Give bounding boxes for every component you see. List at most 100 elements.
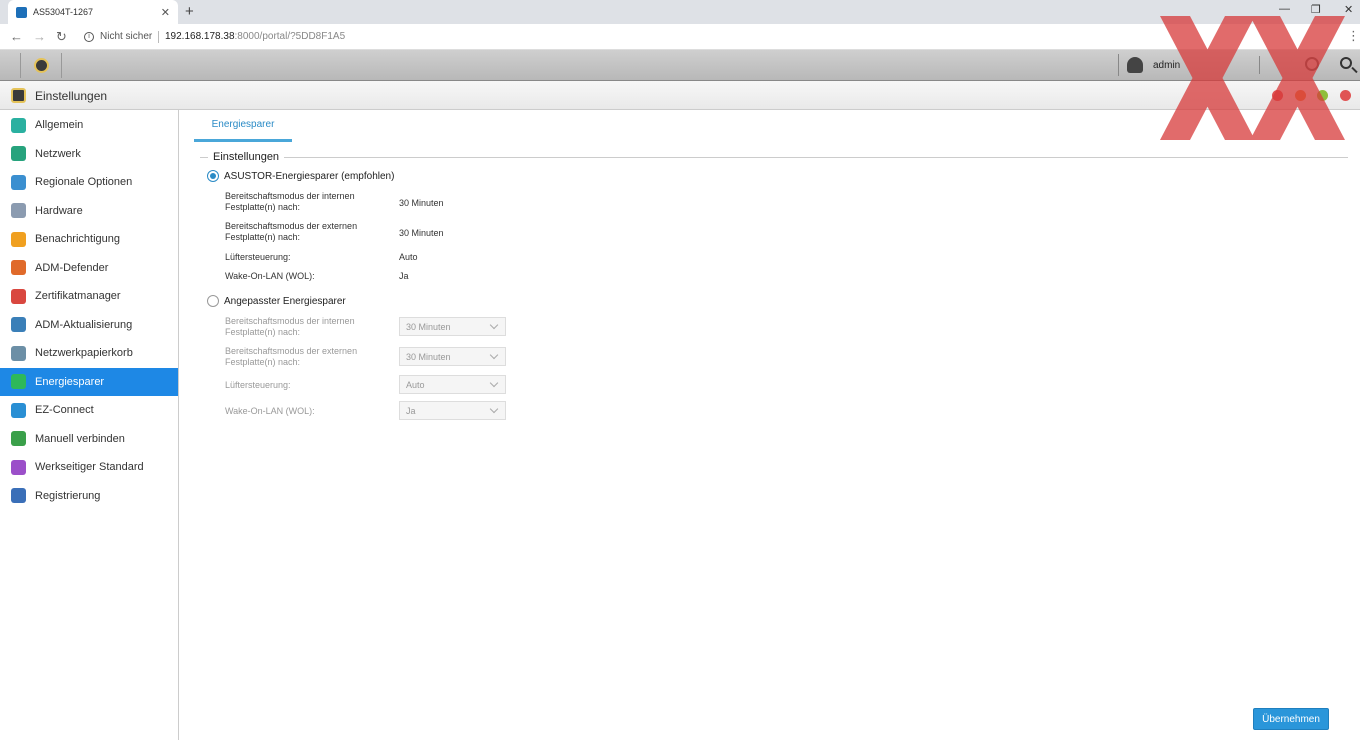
external-disk-standby-value: 30 Minuten [399,228,444,238]
window-dot-2[interactable] [1295,90,1306,101]
user-menu[interactable]: admin [1118,54,1180,76]
custom-wol-value: Ja [406,405,416,416]
general-icon [11,117,26,133]
chevron-down-icon [489,350,499,360]
connect-icon [11,431,26,446]
cloud-icon [11,402,26,418]
certificate-icon [11,288,26,304]
region-icon [11,174,26,190]
user-name: admin [1153,59,1181,71]
url-host: 192.168.178.38 [165,31,235,42]
fan-control-value: Auto [399,252,418,262]
browser-tab[interactable]: AS5304T-1267 ✕ [8,0,178,24]
adm-taskbar: admin [0,50,1360,81]
update-icon [11,317,26,332]
sidebar-item-label: EZ-Connect [35,404,94,416]
sidebar-item-7[interactable]: ADM-Aktualisierung [0,311,178,339]
url-input[interactable]: 192.168.178.38:8000/portal/?5DD8F1A5 [165,31,345,42]
apply-button-label: Übernehmen [1262,713,1320,725]
sidebar-item-2[interactable]: Regionale Optionen [0,168,178,196]
security-indicator[interactable]: i Nicht sicher [84,31,152,42]
tab-close-icon[interactable]: ✕ [161,6,170,19]
sidebar-item-label: ADM-Defender [35,261,109,274]
apply-button[interactable]: Übernehmen [1253,708,1329,730]
chevron-down-icon [489,378,499,388]
tab-energiesparer[interactable]: Energiesparer [194,110,292,142]
sidebar-item-3[interactable]: Hardware [0,197,178,225]
asustor-energy-saver-radio[interactable] [207,170,219,182]
sidebar-item-label: Zertifikatmanager [35,290,121,302]
sidebar-item-label: ADM-Aktualisierung [35,318,133,331]
reset-icon [11,459,26,475]
internal-disk-standby-value: 30 Minuten [399,198,444,208]
window-close-dot[interactable] [1340,90,1351,101]
sidebar-item-label: Netzwerkpapierkorb [35,347,133,359]
sidebar-item-13[interactable]: Registrierung [0,482,178,510]
sidebar-item-6[interactable]: Zertifikatmanager [0,282,178,310]
window-dot-1[interactable] [1272,90,1283,101]
sidebar-item-4[interactable]: Benachrichtigung [0,225,178,253]
custom-wol-label: Wake-On-LAN (WOL): [225,406,315,416]
favicon-icon [16,6,27,18]
sidebar-item-10[interactable]: EZ-Connect [0,396,178,424]
restore-button[interactable]: ❐ [1311,3,1321,16]
adm-start-button[interactable] [20,53,62,78]
content-tabs: Energiesparer [180,110,1360,142]
window-title: Einstellungen [35,89,108,103]
custom-energy-saver-radio[interactable] [207,295,219,307]
sidebar-item-9[interactable]: Energiesparer [0,367,178,396]
browser-tab-title: AS5304T-1267 [33,7,94,17]
sidebar-item-1[interactable]: Netzwerk [0,140,178,168]
taskbar-divider [1259,56,1260,74]
custom-internal-disk-label: Bereitschaftsmodus der internen Festplat… [225,316,355,337]
wol-label: Wake-On-LAN (WOL): [225,271,315,281]
chevron-down-icon [489,320,499,330]
search-icon[interactable] [1340,57,1352,69]
url-path: :8000/portal/?5DD8F1A5 [234,31,346,42]
window-dot-3[interactable] [1317,90,1328,101]
custom-fan-control-value: Auto [406,379,425,390]
fan-control-label: Lüftersteuerung: [225,252,291,262]
fieldset-legend: Einstellungen [208,151,285,163]
browser-menu-icon[interactable]: ⋮ [1347,28,1360,44]
custom-internal-disk-select[interactable]: 30 Minuten [399,317,506,336]
sidebar-item-0[interactable]: Allgemein [0,111,178,139]
chevron-down-icon [489,404,499,414]
minimize-button[interactable]: — [1279,3,1290,15]
external-disk-standby-label: Bereitschaftsmodus der externen Festplat… [225,221,358,242]
wol-value: Ja [399,271,409,281]
sidebar-item-label: Hardware [35,204,83,217]
sidebar-item-label: Benachrichtigung [35,233,121,245]
custom-fan-control-label: Lüftersteuerung: [225,380,291,390]
custom-external-disk-label: Bereitschaftsmodus der externen Festplat… [225,346,358,367]
registration-icon [11,488,26,503]
sidebar-item-8[interactable]: Netzwerkpapierkorb [0,339,178,367]
sidebar-item-11[interactable]: Manuell verbinden [0,425,178,453]
energy-saver-icon [11,374,26,389]
globe-icon [11,146,26,161]
sidebar-item-label: Manuell verbinden [35,432,125,445]
custom-wol-select[interactable]: Ja [399,401,506,420]
internal-disk-standby-label: Bereitschaftsmodus der internen Festplat… [225,191,355,212]
dashboard-icon[interactable] [1305,57,1319,71]
window-close-button[interactable]: ✕ [1344,3,1353,16]
sidebar-item-label: Regionale Optionen [35,176,133,188]
tab-energiesparer-label: Energiesparer [211,119,275,130]
asustor-energy-saver-label: ASUSTOR-Energiesparer (empfohlen) [224,171,395,182]
address-bar: ← → ↻ i Nicht sicher 192.168.178.38:8000… [0,24,1360,50]
browser-tab-bar: AS5304T-1267 ✕ + — ❐ ✕ [0,0,1360,24]
reload-icon[interactable]: ↻ [56,29,67,45]
notification-icon [11,231,26,247]
settings-app-icon [11,88,26,103]
back-icon[interactable]: ← [10,29,23,44]
new-tab-button[interactable]: + [185,3,194,20]
forward-icon[interactable]: → [33,29,46,44]
window-titlebar: Einstellungen [0,81,1360,110]
sidebar-item-label: Energiesparer [35,375,105,388]
sidebar-item-5[interactable]: ADM-Defender [0,254,178,282]
firewall-icon [11,260,26,275]
url-divider [158,31,159,43]
custom-external-disk-select[interactable]: 30 Minuten [399,347,506,366]
custom-fan-control-select[interactable]: Auto [399,375,506,394]
sidebar-item-12[interactable]: Werkseitiger Standard [0,453,178,481]
